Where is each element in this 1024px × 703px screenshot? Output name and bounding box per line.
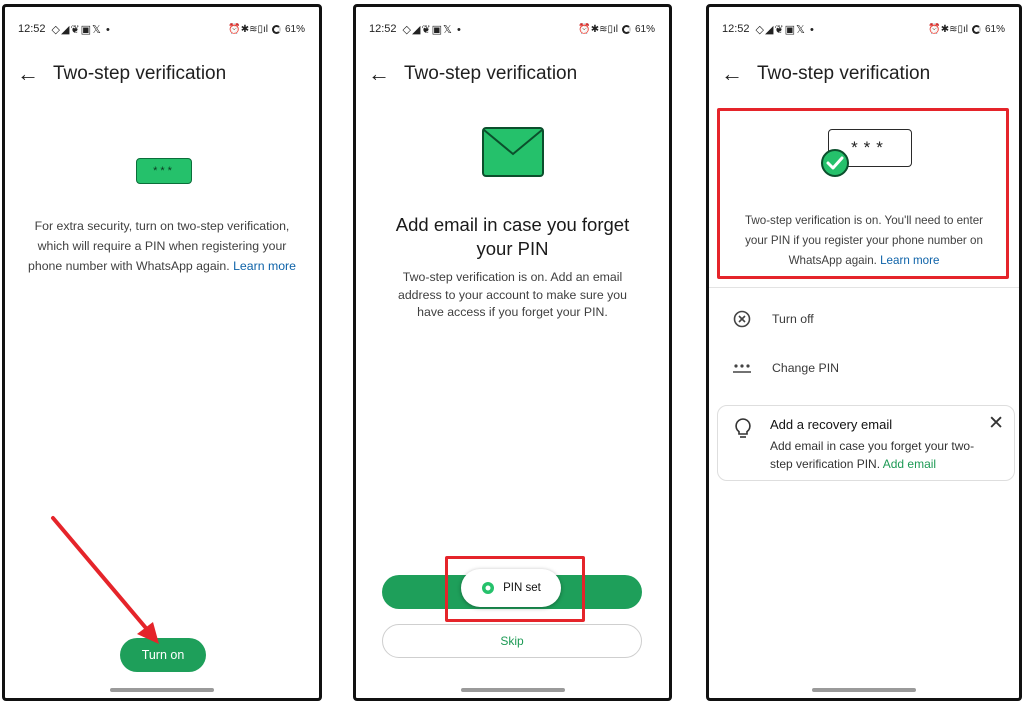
turn-off-label: Turn off [772,312,814,326]
app-bar: ← Two-step verification [17,60,307,88]
heading: Add email in case you forget your PIN [395,214,630,259]
notification-icons: ◇◢❦▣𝕏 • [51,23,111,36]
recovery-body: Add email in case you forget your two-st… [770,438,984,473]
system-status-icons: ⏰✱≋▯ıl [928,23,968,35]
dots-icon [731,362,753,374]
battery-icon [271,24,281,34]
phone-screen-add-email: 12:52 ◇◢❦▣𝕏 • ⏰✱≋▯ıl 61% ← Two-step veri… [353,4,672,701]
status-time: 12:52 [369,23,397,35]
description-text: For extra security, turn on two-step ver… [27,217,297,276]
learn-more-link[interactable]: Learn more [233,259,296,273]
description-text: Two-step verification is on. Add an emai… [398,270,627,320]
page-title: Two-step verification [757,63,931,84]
battery-percent: 61% [984,23,1005,35]
app-bar: ← Two-step verification [368,60,657,88]
close-icon[interactable]: ✕ [988,414,1004,433]
system-icons: ⏰✱≋▯ıl 61% [578,24,655,35]
status-time: 12:52 [18,23,46,35]
back-arrow-icon[interactable]: ← [721,63,747,85]
status-bar: 12:52 ◇◢❦▣𝕏 • ⏰✱≋▯ıl 61% [18,21,305,37]
turn-off-item[interactable]: Turn off [731,306,999,332]
notification-icons: ◇◢❦▣𝕏 • [755,23,815,36]
red-highlight-box [717,108,1009,279]
system-status-icons: ⏰✱≋▯ıl [578,23,618,35]
skip-button[interactable]: Skip [382,624,642,658]
envelope-icon [481,126,545,183]
recovery-email-card: Add a recovery email Add email in case y… [717,405,1015,481]
divider [709,287,1019,288]
system-icons: ⏰✱≋▯ıl 61% [928,24,1005,35]
red-arrow-annotation [51,516,159,644]
app-bar: ← Two-step verification [721,60,1007,88]
recovery-title: Add a recovery email [770,417,893,432]
recovery-body-text: Add email in case you forget your two-st… [770,439,975,471]
x-circle-icon [731,310,753,328]
notification-icons: ◇◢❦▣𝕏 • [402,23,462,36]
battery-percent: 61% [634,23,655,35]
phone-screen-turn-on: 12:52 ◇◢❦▣𝕏 • ⏰✱≋▯ıl 61% ← Two-step veri… [2,4,322,701]
back-arrow-icon[interactable]: ← [17,63,43,85]
lightbulb-icon [733,417,753,446]
change-pin-item[interactable]: Change PIN [731,355,999,381]
system-icons: ⏰✱≋▯ıl 61% [228,24,305,35]
home-indicator [110,688,214,692]
phone-screen-verification-on: 12:52 ◇◢❦▣𝕏 • ⏰✱≋▯ıl 61% ← Two-step veri… [706,4,1022,701]
page-title: Two-step verification [53,63,227,84]
battery-icon [621,24,631,34]
home-indicator [460,688,565,692]
add-email-link[interactable]: Add email [883,457,936,471]
red-highlight-box [445,556,585,622]
battery-icon [971,24,981,34]
pin-illustration: *** [136,158,192,184]
status-time: 12:52 [722,23,750,35]
change-pin-label: Change PIN [772,361,839,375]
battery-percent: 61% [284,23,305,35]
back-arrow-icon[interactable]: ← [368,63,394,85]
status-bar: 12:52 ◇◢❦▣𝕏 • ⏰✱≋▯ıl 61% [369,21,655,37]
system-status-icons: ⏰✱≋▯ıl [228,23,268,35]
status-bar: 12:52 ◇◢❦▣𝕏 • ⏰✱≋▯ıl 61% [722,21,1005,37]
page-title: Two-step verification [404,63,578,84]
home-indicator [812,688,916,692]
